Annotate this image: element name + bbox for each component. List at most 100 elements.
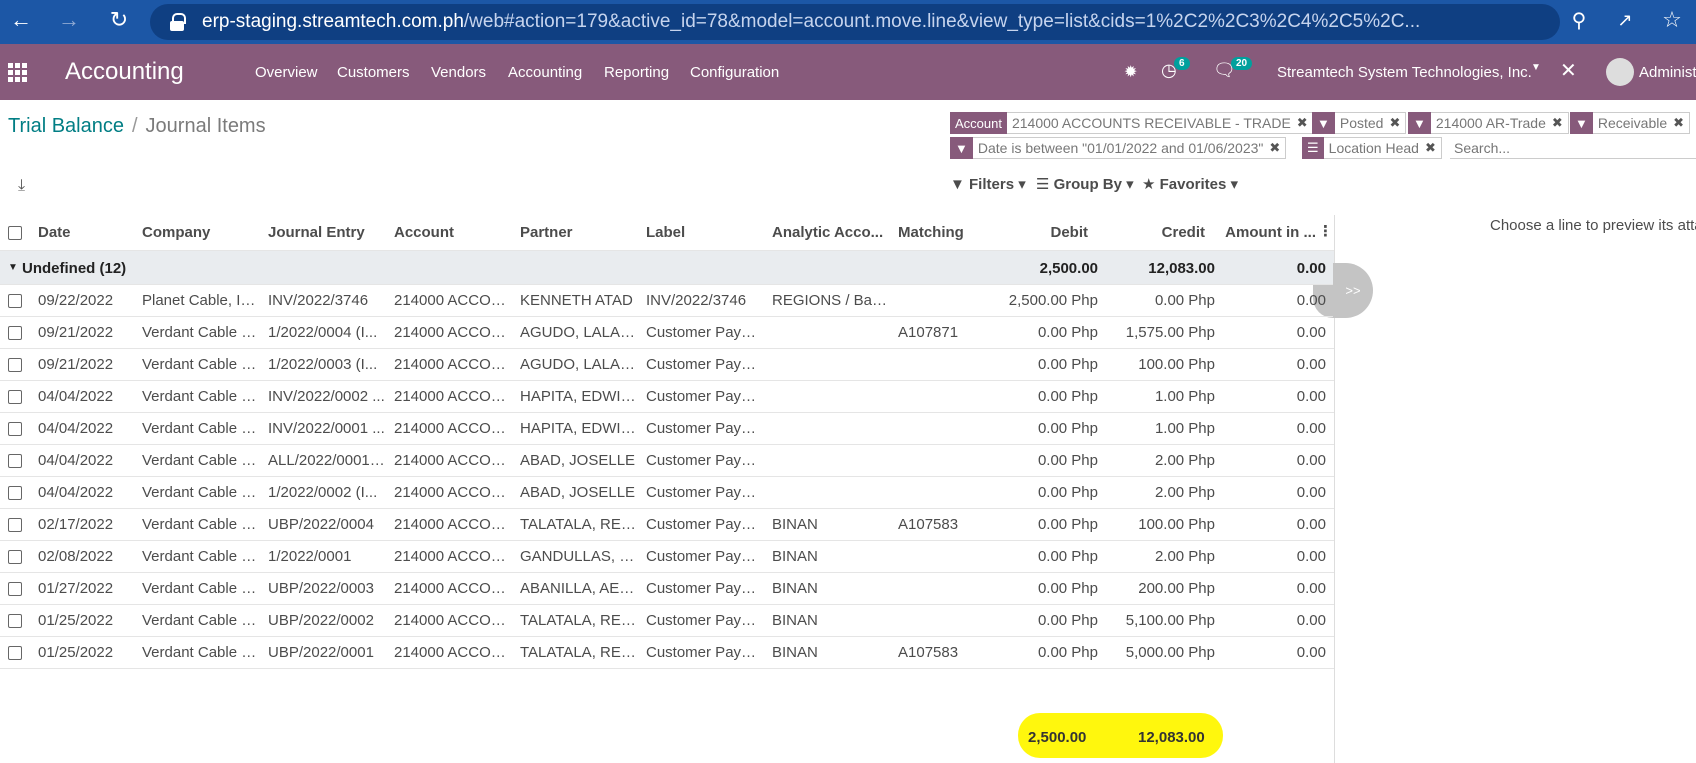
row-cell: BINAN bbox=[772, 548, 818, 565]
column-header[interactable]: Company bbox=[142, 224, 257, 241]
messages-badge: 20 bbox=[1231, 57, 1253, 70]
table-row[interactable]: 01/27/2022 Verdant Cable N... UBP/2022/000… bbox=[0, 573, 1334, 605]
avatar[interactable] bbox=[1606, 58, 1634, 86]
close-icon[interactable]: ✖ bbox=[1673, 115, 1684, 131]
search-input[interactable] bbox=[1450, 137, 1696, 159]
row-checkbox[interactable] bbox=[8, 390, 22, 404]
table-row[interactable]: 09/22/2022 Planet Cable, Inc. INV/2022/374… bbox=[0, 285, 1334, 317]
facet-value: Date is between "01/01/2022 and 01/06/20… bbox=[977, 140, 1264, 156]
filters-dropdown[interactable]: ▼ Filters ▾ bbox=[950, 175, 1026, 193]
row-checkbox[interactable] bbox=[8, 550, 22, 564]
column-header[interactable]: Debit bbox=[990, 224, 1089, 241]
row-cell: 0.00 Php bbox=[1037, 612, 1098, 629]
table-row[interactable]: 04/04/2022 Verdant Cable N... ALL/2022/000… bbox=[0, 445, 1334, 477]
column-header[interactable]: Amount in ... bbox=[1210, 224, 1316, 241]
row-checkbox[interactable] bbox=[8, 358, 22, 372]
column-header[interactable]: Account bbox=[394, 224, 512, 241]
column-header[interactable]: Label bbox=[646, 224, 764, 241]
row-checkbox[interactable] bbox=[8, 582, 22, 596]
row-cell: INV/2022/3746 bbox=[268, 292, 369, 309]
row-cell: 214000 ACCOU... bbox=[394, 548, 512, 565]
row-checkbox[interactable] bbox=[8, 614, 22, 628]
close-icon[interactable]: ✖ bbox=[1269, 140, 1280, 156]
column-header[interactable]: Partner bbox=[520, 224, 638, 241]
table-row[interactable]: 02/17/2022 Verdant Cable N... UBP/2022/000… bbox=[0, 509, 1334, 541]
row-cell: Customer Paym... bbox=[646, 548, 764, 565]
row-cell: 1/2022/0002 (I... bbox=[268, 484, 378, 501]
groupby-dropdown[interactable]: ☰ Group By ▾ bbox=[1036, 175, 1134, 193]
row-cell: 2.00 Php bbox=[1154, 548, 1215, 565]
menu-accounting[interactable]: Accounting bbox=[508, 64, 582, 81]
company-switcher[interactable]: Streamtech System Technologies, Inc. bbox=[1277, 64, 1532, 81]
breadcrumb-parent[interactable]: Trial Balance bbox=[8, 115, 124, 137]
row-cell: TALATALA, REM... bbox=[520, 644, 638, 661]
zoom-icon[interactable]: ⚲ bbox=[1568, 9, 1590, 32]
close-icon[interactable]: ✖ bbox=[1425, 140, 1436, 156]
row-cell: 0.00 bbox=[1296, 292, 1326, 309]
download-icon[interactable]: ⤓ bbox=[18, 177, 25, 195]
close-icon[interactable]: ✖ bbox=[1552, 115, 1563, 131]
row-cell: Verdant Cable N... bbox=[142, 644, 257, 661]
more-options-icon[interactable]: ⋮ bbox=[1318, 222, 1333, 240]
table-row[interactable]: 02/08/2022 Verdant Cable N... 1/2022/0001 2… bbox=[0, 541, 1334, 573]
star-icon[interactable]: ☆ bbox=[1661, 7, 1683, 32]
row-cell: 0.00 bbox=[1296, 388, 1326, 405]
user-menu[interactable]: Administ bbox=[1639, 64, 1696, 81]
table-row[interactable]: 09/21/2022 Verdant Cable N... 1/2022/0004 … bbox=[0, 317, 1334, 349]
facet-posted: ▼ Posted ✖ bbox=[1312, 112, 1407, 134]
column-header[interactable]: Matching bbox=[898, 224, 978, 241]
row-checkbox[interactable] bbox=[8, 518, 22, 532]
arrow-left-icon[interactable]: ← bbox=[10, 7, 32, 32]
row-checkbox[interactable] bbox=[8, 646, 22, 660]
row-cell: 01/25/2022 bbox=[38, 612, 114, 629]
arrow-right-icon[interactable]: → bbox=[58, 7, 80, 32]
row-cell: Customer Paym... bbox=[646, 388, 764, 405]
row-checkbox[interactable] bbox=[8, 326, 22, 340]
row-cell: 0.00 bbox=[1296, 612, 1326, 629]
close-icon[interactable]: ✖ bbox=[1297, 115, 1308, 131]
close-icon[interactable]: ✕ bbox=[1560, 58, 1577, 83]
group-row[interactable]: Undefined (12) 2,500.00 12,083.00 0.00 ▼ bbox=[0, 251, 1334, 285]
row-cell: 04/04/2022 bbox=[38, 388, 114, 405]
menu-overview[interactable]: Overview bbox=[255, 64, 318, 81]
table-row[interactable]: 09/21/2022 Verdant Cable N... 1/2022/0003 … bbox=[0, 349, 1334, 381]
apps-menu-icon[interactable] bbox=[8, 63, 28, 82]
row-cell: Verdant Cable N... bbox=[142, 356, 257, 373]
table-row[interactable]: 04/04/2022 Verdant Cable N... 1/2022/0002 … bbox=[0, 477, 1334, 509]
row-cell: AGUDO, LALAIN... bbox=[520, 356, 638, 373]
column-header[interactable]: Analytic Acco... bbox=[772, 224, 890, 241]
menu-vendors[interactable]: Vendors bbox=[431, 64, 486, 81]
row-cell: 214000 ACCOU... bbox=[394, 324, 512, 341]
address-bar[interactable]: erp-staging.streamtech.com.ph/web#action… bbox=[150, 4, 1560, 40]
row-cell: 0.00 Php bbox=[1037, 580, 1098, 597]
bug-icon[interactable]: ✹ bbox=[1124, 62, 1137, 82]
column-header[interactable]: Journal Entry bbox=[268, 224, 386, 241]
url-host: erp-staging.streamtech.com.ph bbox=[202, 11, 464, 32]
row-cell: 214000 ACCOU... bbox=[394, 452, 512, 469]
table-row[interactable]: 01/25/2022 Verdant Cable N... UBP/2022/000… bbox=[0, 637, 1334, 669]
table-row[interactable]: 04/04/2022 Verdant Cable N... INV/2022/000… bbox=[0, 381, 1334, 413]
row-checkbox[interactable] bbox=[8, 486, 22, 500]
table-row[interactable]: 01/25/2022 Verdant Cable N... UBP/2022/000… bbox=[0, 605, 1334, 637]
row-checkbox[interactable] bbox=[8, 294, 22, 308]
menu-reporting[interactable]: Reporting bbox=[604, 64, 669, 81]
row-checkbox[interactable] bbox=[8, 422, 22, 436]
facet-account: Account 214000 ACCOUNTS RECEIVABLE - TRA… bbox=[950, 112, 1314, 134]
table-row[interactable]: 04/04/2022 Verdant Cable N... INV/2022/000… bbox=[0, 413, 1334, 445]
group-label: Undefined (12) bbox=[22, 260, 127, 277]
row-cell: 0.00 bbox=[1296, 452, 1326, 469]
select-all-checkbox[interactable] bbox=[8, 226, 22, 240]
column-header[interactable]: Date bbox=[38, 224, 133, 241]
reload-icon[interactable]: ↻ bbox=[108, 7, 130, 32]
share-icon[interactable]: ↗ bbox=[1614, 9, 1636, 31]
row-cell: Customer Paym... bbox=[646, 516, 764, 533]
row-checkbox[interactable] bbox=[8, 454, 22, 468]
chevron-down-icon[interactable]: ▼ bbox=[1531, 62, 1541, 73]
app-title[interactable]: Accounting bbox=[65, 58, 184, 86]
menu-customers[interactable]: Customers bbox=[337, 64, 410, 81]
column-header[interactable]: Credit bbox=[1100, 224, 1205, 241]
favorites-dropdown[interactable]: ★ Favorites ▾ bbox=[1142, 175, 1238, 193]
menu-configuration[interactable]: Configuration bbox=[690, 64, 779, 81]
close-icon[interactable]: ✖ bbox=[1389, 115, 1400, 131]
row-cell: 01/27/2022 bbox=[38, 580, 114, 597]
